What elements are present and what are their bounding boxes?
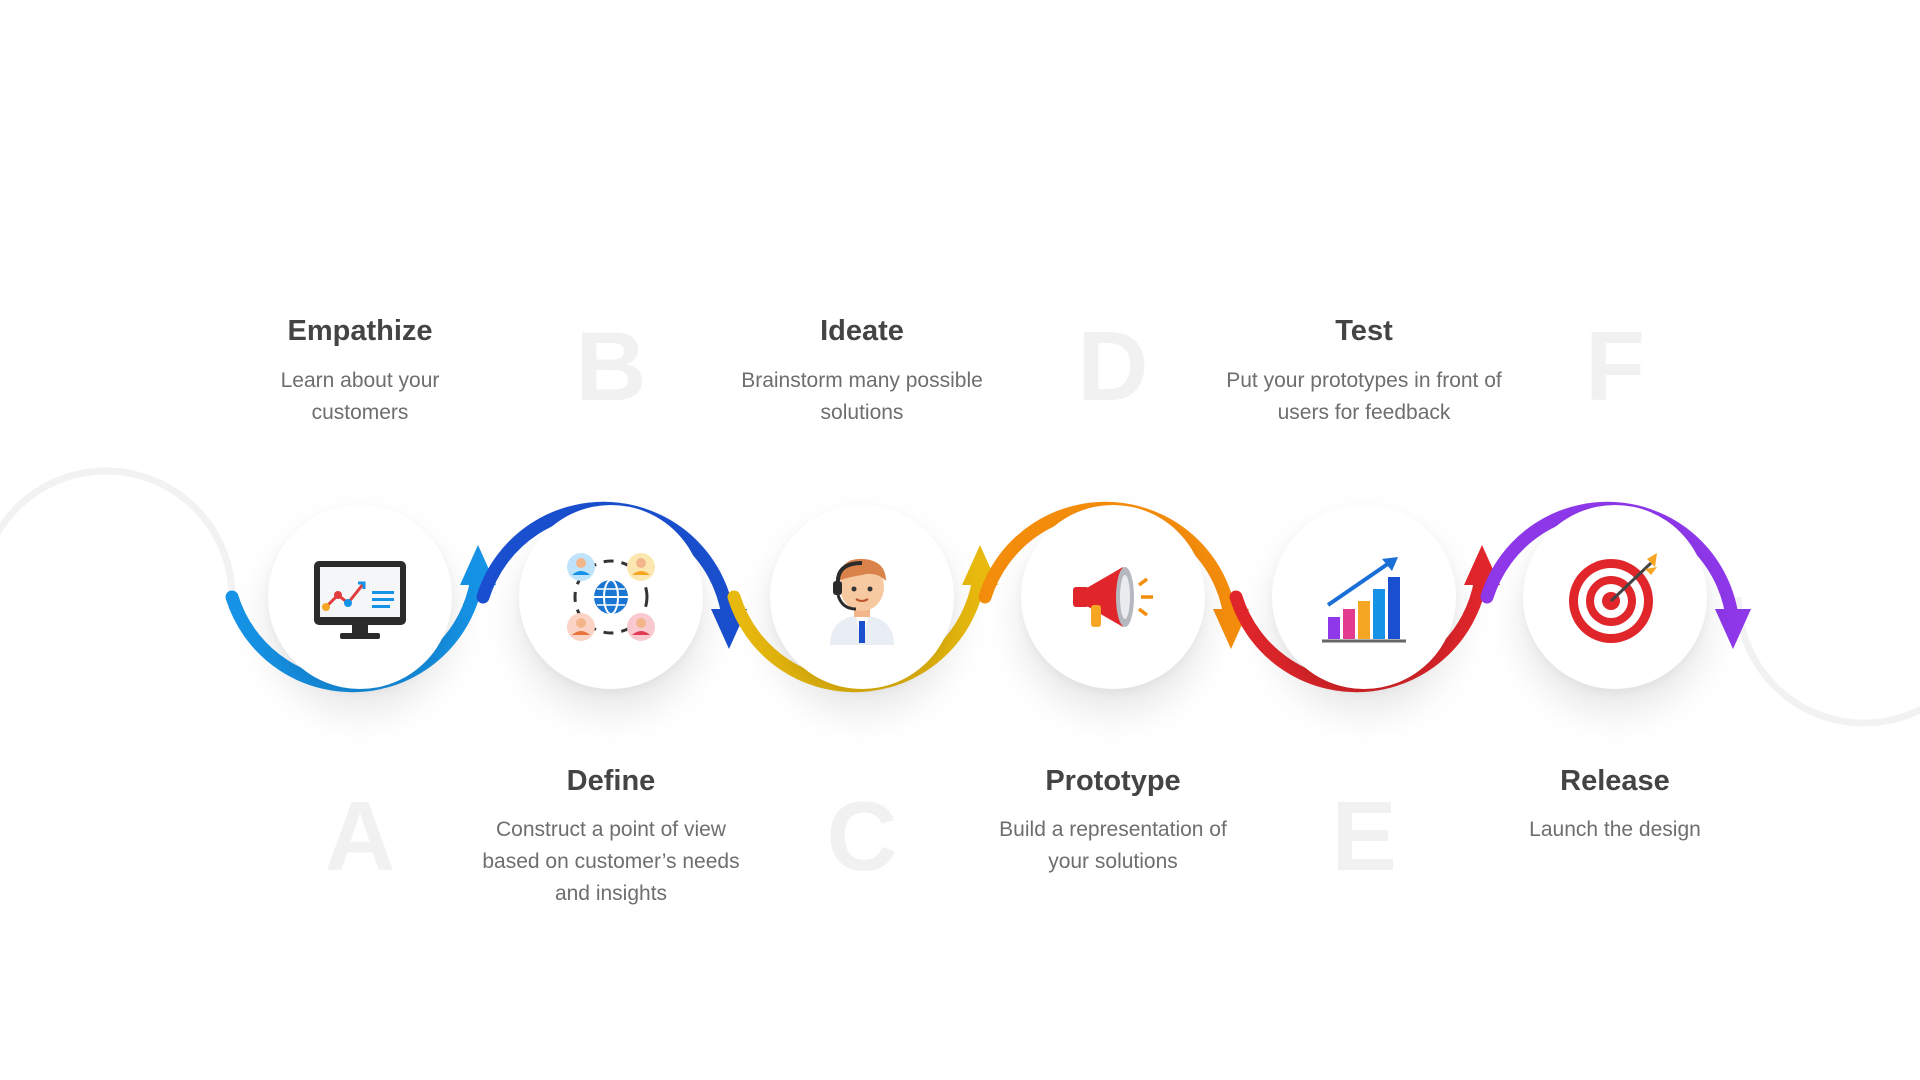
design-thinking-diagram: Empathize Learn about your customers Def…: [0, 0, 1920, 1080]
step-letter-b: B: [575, 311, 647, 421]
megaphone-icon: [1073, 567, 1153, 627]
step-node-ideate: [770, 505, 954, 689]
step-title-ideate: Ideate: [820, 315, 904, 347]
step-node-test: [1272, 505, 1456, 689]
step-description-test: Put your prototypes in front of users fo…: [1226, 369, 1502, 424]
support-agent-icon: [830, 558, 894, 645]
step-description-release: Launch the design: [1529, 818, 1701, 841]
step-title-prototype: Prototype: [1045, 765, 1181, 797]
step-node-release: [1523, 505, 1707, 689]
step-description-prototype: Build a representation of your solutions: [999, 818, 1227, 873]
step-letter-d: D: [1077, 311, 1149, 421]
step-node-define: [519, 505, 703, 689]
step-title-define: Define: [566, 765, 656, 797]
step-title-empathize: Empathize: [287, 315, 433, 347]
growth-chart-icon: [1322, 557, 1406, 643]
step-description-ideate: Brainstorm many possible solutions: [741, 369, 983, 424]
step-node-empathize: [268, 505, 452, 689]
step-letter-a: A: [324, 781, 396, 891]
step-node-prototype: [1021, 505, 1205, 689]
step-letter-f: F: [1585, 311, 1645, 421]
monitor-chart-icon: [314, 561, 406, 639]
target-icon: [1569, 553, 1657, 643]
step-letter-c: C: [826, 781, 898, 891]
decorative-arc-right: [1734, 596, 1920, 727]
decorative-arc-left: [0, 467, 236, 598]
step-title-test: Test: [1335, 315, 1393, 347]
step-letter-e: E: [1331, 781, 1397, 891]
global-network-icon: [567, 553, 655, 641]
step-description-empathize: Learn about your customers: [280, 369, 440, 424]
step-title-release: Release: [1560, 765, 1670, 797]
step-description-define: Construct a point of view based on custo…: [482, 818, 740, 905]
